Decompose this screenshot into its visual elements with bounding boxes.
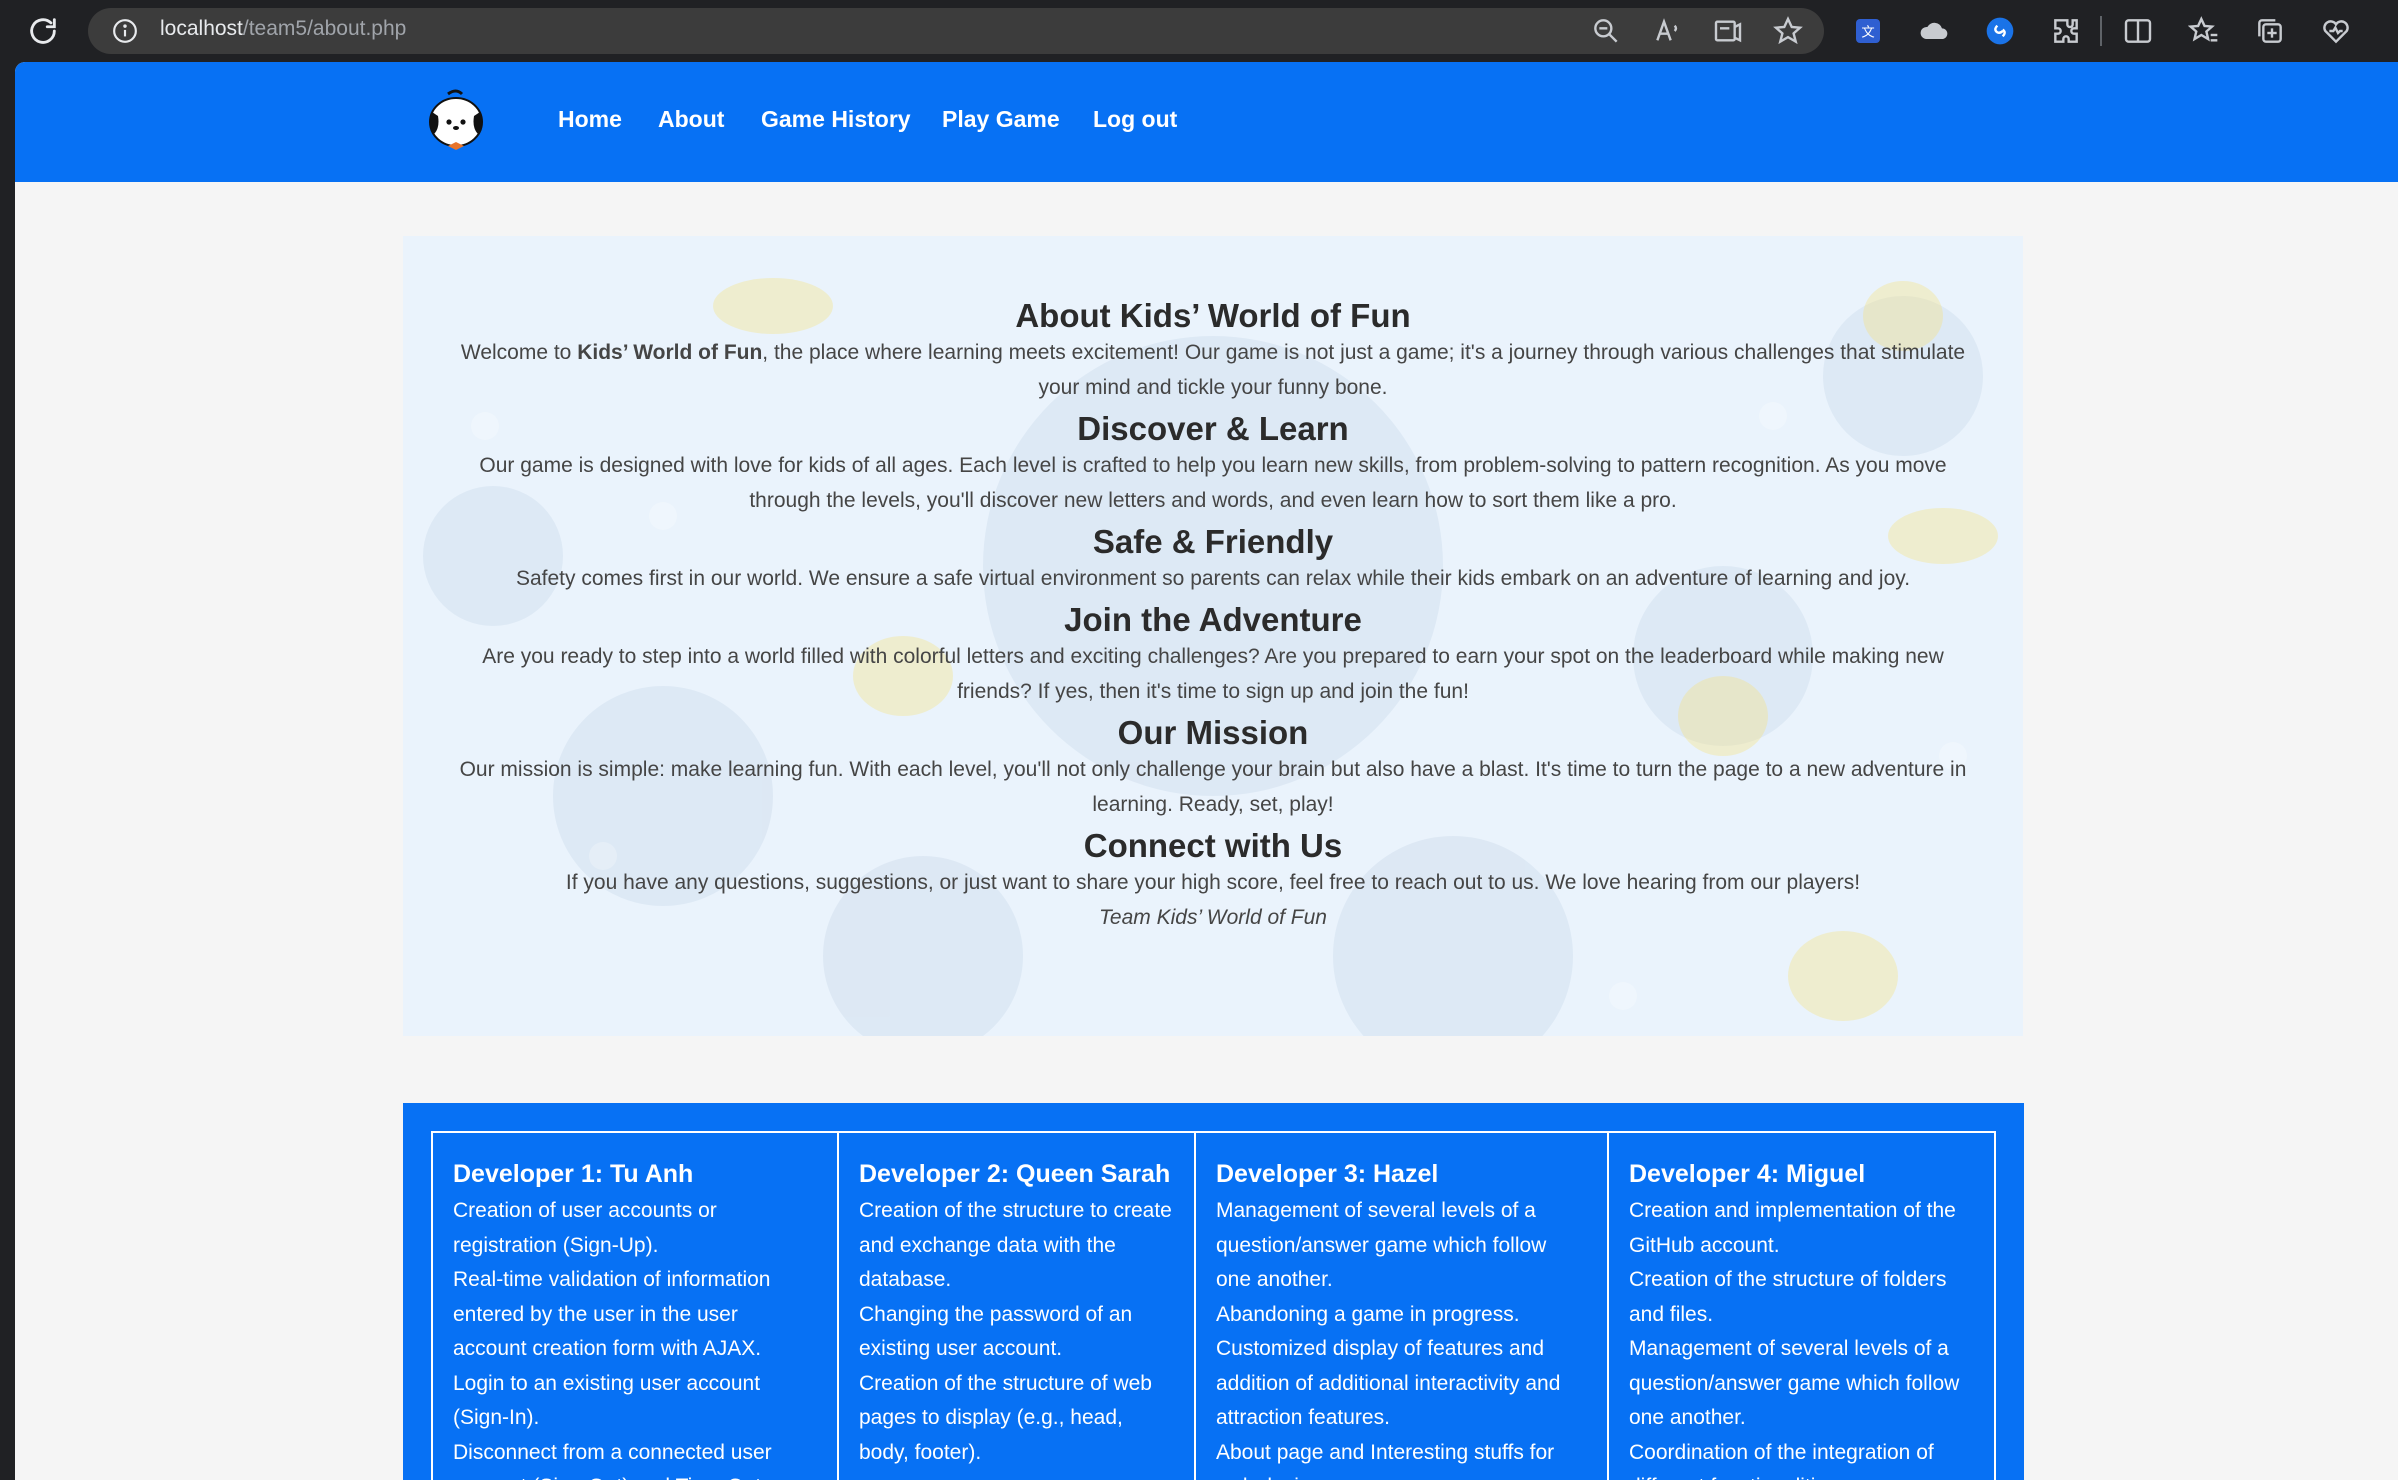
developer-name: Developer 1: Tu Anh: [453, 1160, 694, 1188]
developer-task: Changing the password of an existing use…: [859, 1302, 1133, 1361]
browser-toolbar: localhost/team5/about.php 文: [0, 0, 2398, 62]
split-screen-icon[interactable]: [2122, 15, 2154, 47]
developers-table: Developer 1: Tu Anh Creation of user acc…: [431, 1131, 1996, 1480]
zoom-out-icon[interactable]: [1590, 15, 1622, 47]
developer-name: Developer 3: Hazel: [1216, 1160, 1439, 1188]
about-title: About Kids’ World of Fun: [1015, 297, 1411, 334]
developer-column: Developer 4: Miguel Creation and impleme…: [1609, 1133, 1994, 1480]
developer-task: Customized display of features and addit…: [1216, 1337, 1561, 1429]
pochacco-logo[interactable]: [422, 82, 490, 154]
text-discover-learn: Our game is designed with love for kids …: [479, 454, 1947, 512]
about-card: About Kids’ World of Fun Welcome to Kids…: [403, 236, 2023, 1036]
heading-connect: Connect with Us: [1083, 827, 1343, 864]
url-host: localhost: [160, 17, 243, 40]
developer-task: Login to an existing user account (Sign-…: [453, 1371, 761, 1430]
translate-extension-icon[interactable]: 文: [1852, 15, 1884, 47]
heading-our-mission: Our Mission: [1117, 714, 1309, 751]
developer-task: Management of several levels of a questi…: [1216, 1199, 1547, 1291]
developer-name: Developer 4: Miguel: [1629, 1160, 1866, 1188]
extensions-icon[interactable]: [2050, 15, 2082, 47]
developer-task: Creation of the structure to create and …: [859, 1199, 1172, 1291]
page-viewport: Home About Game History Play Game Log ou…: [15, 62, 2398, 1480]
heading-safe-friendly: Safe & Friendly: [1092, 523, 1334, 560]
browser-essentials-icon[interactable]: [2320, 15, 2352, 47]
favorite-star-icon[interactable]: [1772, 15, 1804, 47]
cloud-extension-icon[interactable]: [1918, 15, 1950, 47]
developer-column: Developer 1: Tu Anh Creation of user acc…: [433, 1133, 839, 1480]
svg-text:文: 文: [1861, 24, 1874, 39]
toolbar-divider: [2100, 16, 2102, 46]
heading-discover-learn: Discover & Learn: [1077, 410, 1349, 447]
developer-task: Abandoning a game in progress.: [1216, 1302, 1520, 1326]
read-aloud-icon[interactable]: [1652, 15, 1684, 47]
url-path: /team5/about.php: [242, 17, 407, 40]
url-text[interactable]: localhost/team5/about.php: [160, 17, 406, 41]
nav-log-out[interactable]: Log out: [1093, 106, 1177, 133]
text-join-adventure: Are you ready to step into a world fille…: [482, 645, 1944, 703]
text-safe-friendly: Safety comes first in our world. We ensu…: [515, 567, 1911, 590]
developer-task: Coordination of the integration of diffe…: [1629, 1440, 1934, 1480]
shazam-extension-icon[interactable]: [1984, 15, 2016, 47]
developer-task: About page and Interesting stuffs for we…: [1216, 1440, 1555, 1480]
nav-play-game[interactable]: Play Game: [942, 106, 1060, 133]
developer-task: Creation and implementation of the GitHu…: [1629, 1199, 1956, 1257]
developers-section: Developer 1: Tu Anh Creation of user acc…: [403, 1103, 2024, 1480]
heading-join-adventure: Join the Adventure: [1064, 601, 1362, 638]
intro-text-start: Welcome to: [460, 341, 578, 364]
collections-icon[interactable]: [2254, 15, 2286, 47]
developer-task: Creation of the structure of web pages t…: [859, 1371, 1152, 1464]
text-our-mission: Our mission is simple: make learning fun…: [459, 758, 1967, 816]
info-icon[interactable]: [112, 18, 138, 44]
developer-column: Developer 3: Hazel Management of several…: [1196, 1133, 1609, 1480]
immersive-reader-icon[interactable]: [1712, 15, 1744, 47]
nav-game-history[interactable]: Game History: [761, 106, 911, 133]
text-connect: If you have any questions, suggestions, …: [565, 871, 1861, 894]
developer-task: Creation of user accounts or registratio…: [453, 1199, 717, 1257]
about-content: About Kids’ World of Fun Welcome to Kids…: [403, 236, 2023, 935]
about-intro: Welcome to Kids’ World of Fun, the place…: [453, 335, 1973, 405]
developer-column: Developer 2: Queen Sarah Creation of the…: [839, 1133, 1196, 1480]
nav-about[interactable]: About: [658, 106, 724, 133]
intro-text-end: , the place where learning meets excitem…: [762, 341, 1966, 399]
developer-name: Developer 2: Queen Sarah: [859, 1160, 1171, 1188]
favorites-icon[interactable]: [2188, 15, 2220, 47]
reload-icon[interactable]: [26, 14, 60, 48]
nav-home[interactable]: Home: [558, 106, 622, 133]
developer-task: Real-time validation of information ente…: [453, 1268, 771, 1360]
developer-task: Creation of the structure of folders and…: [1629, 1268, 1947, 1326]
developer-task: Disconnect from a connected user account…: [453, 1440, 772, 1480]
developer-task: Management of several levels of a questi…: [1629, 1337, 1960, 1429]
intro-brand-name: Kids’ World of Fun: [577, 341, 763, 364]
team-signature: Team Kids’ World of Fun: [1099, 906, 1327, 929]
top-navbar: Home About Game History Play Game Log ou…: [15, 62, 2398, 182]
